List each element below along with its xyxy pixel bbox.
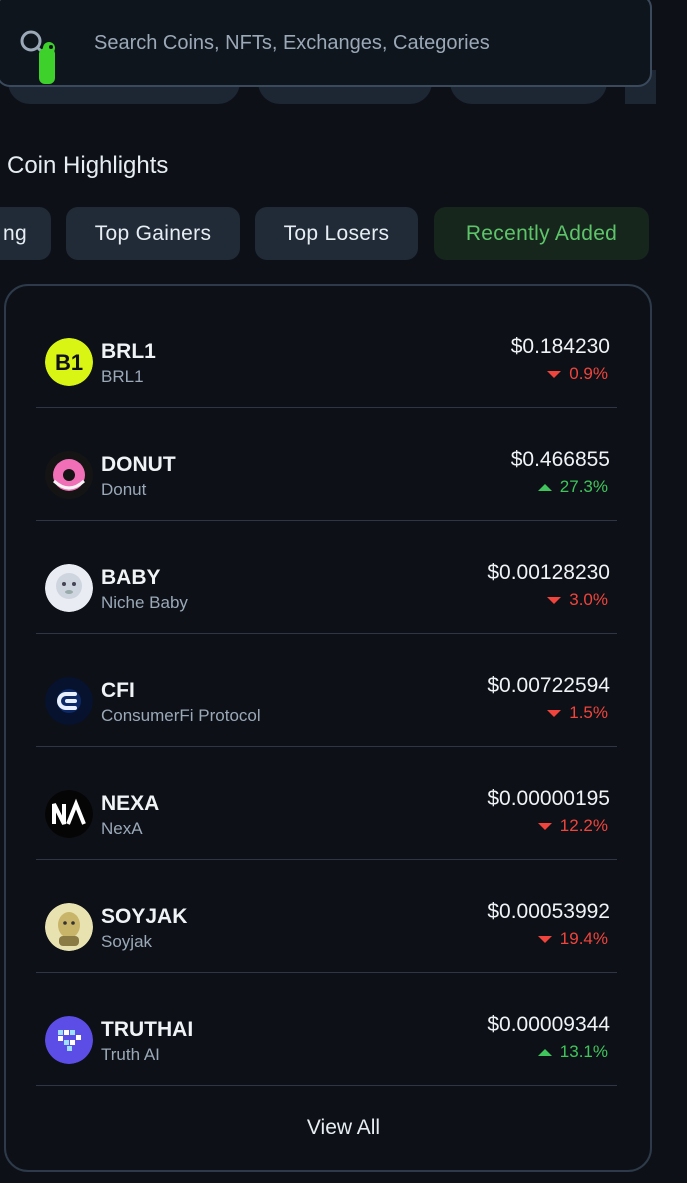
tab-trending[interactable]: ng [0,207,51,260]
tab-label: ng [3,221,27,245]
coin-row-brl1[interactable]: B1 BRL1 BRL1 $0.184230 0.9% [36,295,617,408]
tab-label: Top Gainers [94,221,212,245]
arrow-down-icon [537,822,552,830]
coin-row-truthai[interactable]: TRUTHAI Truth AI $0.00009344 13.1% [36,973,617,1086]
coin-name: Niche Baby [101,593,188,612]
coin-symbol: DONUT [101,453,176,476]
cfi-logo-icon [45,677,93,725]
section-title: Coin Highlights [7,152,169,179]
coin-change: 0.9% [547,364,608,384]
coin-row-donut[interactable]: DONUT Donut $0.466855 27.3% [36,408,617,521]
coin-name: BRL1 [101,367,144,386]
coin-row-cfi[interactable]: CFI ConsumerFi Protocol $0.00722594 1.5% [36,634,617,747]
coin-price: $0.00000195 [487,787,610,810]
coin-price: $0.466855 [510,448,610,471]
coin-symbol: CFI [101,679,135,702]
search-bar[interactable]: Search Coins, NFTs, Exchanges, Categorie… [0,0,652,87]
coin-change-value: 1.5% [569,703,608,722]
coin-change: 27.3% [537,477,608,497]
donut-logo-icon [45,451,93,499]
baby-logo-icon [45,564,93,612]
truthai-logo-icon [45,1016,93,1064]
coin-name: ConsumerFi Protocol [101,706,261,725]
coin-change: 1.5% [547,703,608,723]
coin-name: Truth AI [101,1045,160,1064]
coin-symbol: SOYJAK [101,905,188,928]
coin-price: $0.00009344 [487,1013,610,1036]
arrow-up-icon [537,1048,552,1056]
view-all-link[interactable]: View All [0,1116,687,1140]
arrow-down-icon [547,709,562,717]
coin-change-value: 0.9% [569,364,608,383]
coin-price: $0.184230 [510,335,610,358]
coin-change: 3.0% [547,590,608,610]
divider [36,1085,617,1086]
gecko-mascot-icon [39,42,55,84]
coin-change-value: 12.2% [559,816,608,835]
coin-row-nexa[interactable]: NEXA NexA $0.00000195 12.2% [36,747,617,860]
arrow-down-icon [537,935,552,943]
coin-change-value: 19.4% [559,929,608,948]
arrow-up-icon [537,483,552,491]
svg-text:B1: B1 [55,350,83,375]
soyjak-logo-icon [45,903,93,951]
brl1-logo-icon: B1 [45,338,93,386]
coin-change: 12.2% [537,816,608,836]
coin-change-value: 27.3% [559,477,608,496]
tab-recently-added[interactable]: Recently Added [434,207,649,260]
coin-symbol: NEXA [101,792,160,815]
tab-top-gainers[interactable]: Top Gainers [66,207,240,260]
nexa-logo-icon [45,790,93,838]
coin-symbol: TRUTHAI [101,1018,194,1041]
coin-symbol: BRL1 [101,340,156,363]
coin-price: $0.00722594 [487,674,610,697]
coin-name: Soyjak [101,932,153,951]
coin-name: Donut [101,480,147,499]
tab-top-losers[interactable]: Top Losers [255,207,418,260]
coin-change-value: 3.0% [569,590,608,609]
tab-label: Top Losers [283,221,390,245]
arrow-down-icon [547,596,562,604]
search-input[interactable]: Search Coins, NFTs, Exchanges, Categorie… [94,32,490,55]
arrow-down-icon [547,370,562,378]
coin-price: $0.00053992 [487,900,610,923]
coin-change: 19.4% [537,929,608,949]
coin-row-baby[interactable]: BABY Niche Baby $0.00128230 3.0% [36,521,617,634]
coin-change-value: 13.1% [559,1042,608,1061]
coin-price: $0.00128230 [487,561,610,584]
coin-row-soyjak[interactable]: SOYJAK Soyjak $0.00053992 19.4% [36,860,617,973]
coin-symbol: BABY [101,566,161,589]
coin-change: 13.1% [537,1042,608,1062]
coin-name: NexA [101,819,143,838]
tab-label: Recently Added [465,221,618,245]
